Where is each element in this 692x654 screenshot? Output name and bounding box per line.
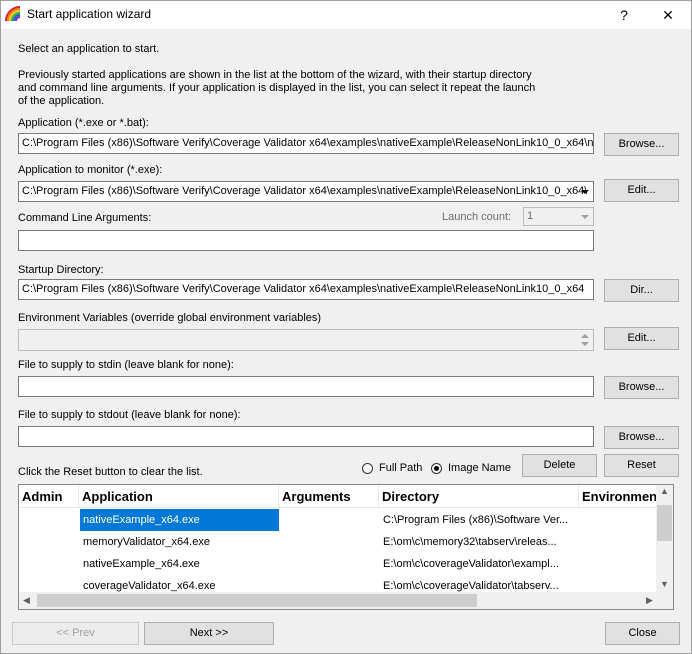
row-admin-cell — [19, 553, 79, 575]
reset-button[interactable]: Reset — [604, 454, 679, 477]
stdout-label: File to supply to stdout (leave blank fo… — [18, 409, 241, 421]
monitor-edit-button[interactable]: Edit... — [604, 179, 679, 202]
column-header-application[interactable]: Application — [79, 485, 279, 508]
row-directory-cell: E:\om\c\coverageValidator\exampl... — [383, 558, 559, 570]
scrollbar-corner — [656, 592, 673, 609]
stdin-input[interactable] — [18, 376, 594, 397]
environment-variables-box — [18, 329, 594, 351]
vertical-scroll-thumb[interactable] — [657, 505, 672, 541]
horizontal-scroll-thumb[interactable] — [37, 594, 477, 607]
column-header-arguments[interactable]: Arguments — [279, 485, 379, 508]
row-directory-cell: E:\om\c\memory32\tabserv\releas... — [383, 536, 557, 548]
arguments-input[interactable] — [18, 230, 594, 251]
row-arguments-cell — [279, 553, 379, 575]
image-name-radio[interactable] — [431, 463, 442, 474]
help-button[interactable]: ? — [601, 1, 647, 29]
row-admin-cell — [19, 531, 79, 553]
environment-edit-button[interactable]: Edit... — [604, 327, 679, 350]
full-path-radio[interactable] — [362, 463, 373, 474]
startup-dir-button[interactable]: Dir... — [604, 279, 679, 302]
scroll-right-icon[interactable]: ▶ — [646, 595, 653, 606]
window-title: Start application wizard — [27, 7, 152, 21]
start-application-wizard-window: Start application wizard ? ✕ Select an a… — [0, 0, 692, 654]
launch-count-arrow-icon — [577, 209, 592, 224]
application-browse-button[interactable]: Browse... — [604, 133, 679, 156]
launch-count-value: 1 — [527, 210, 534, 222]
application-history-list[interactable]: Admin Application Arguments Directory En… — [18, 484, 674, 610]
column-header-environment[interactable]: Environmen — [579, 485, 659, 508]
select-instruction: Select an application to start. — [18, 43, 160, 55]
startup-directory-input[interactable]: C:\Program Files (x86)\Software Verify\C… — [18, 279, 594, 300]
next-button[interactable]: Next >> — [144, 622, 274, 645]
monitor-label: Application to monitor (*.exe): — [18, 164, 163, 176]
app-rainbow-icon — [5, 6, 21, 22]
monitor-combo-value: C:\Program Files (x86)\Software Verify\C… — [22, 185, 588, 197]
delete-button[interactable]: Delete — [522, 454, 597, 477]
stdin-label: File to supply to stdin (leave blank for… — [18, 359, 234, 371]
row-application-cell: nativeExample_x64.exe — [80, 509, 279, 531]
table-row[interactable]: nativeExample_x64.exe E:\om\c\coverageVa… — [19, 553, 659, 575]
title-bar: Start application wizard ? ✕ — [1, 1, 691, 29]
monitor-combo[interactable]: C:\Program Files (x86)\Software Verify\C… — [18, 181, 594, 202]
row-application-cell: memoryValidator_x64.exe — [83, 536, 210, 548]
vertical-scrollbar[interactable]: ▲ ▼ — [656, 485, 673, 593]
column-header-admin[interactable]: Admin — [19, 485, 79, 508]
startup-directory-label: Startup Directory: — [18, 264, 104, 276]
launch-count-combo: 1 — [523, 207, 594, 226]
row-arguments-cell — [279, 531, 379, 553]
list-header: Admin Application Arguments Directory En… — [19, 485, 659, 508]
row-directory-cell: C:\Program Files (x86)\Software Ver... — [383, 514, 569, 526]
prev-button[interactable]: << Prev — [12, 622, 139, 645]
row-admin-cell — [19, 509, 79, 531]
scroll-left-icon[interactable]: ◀ — [23, 595, 30, 606]
reset-hint: Click the Reset button to clear the list… — [18, 466, 203, 478]
launch-count-label: Launch count: — [442, 211, 512, 223]
wizard-description: Previously started applications are show… — [18, 69, 536, 107]
application-label: Application (*.exe or *.bat): — [18, 117, 149, 129]
image-name-label: Image Name — [448, 462, 511, 474]
row-application-cell: nativeExample_x64.exe — [83, 558, 200, 570]
stdout-browse-button[interactable]: Browse... — [604, 426, 679, 449]
close-button[interactable]: Close — [605, 622, 680, 645]
column-header-directory[interactable]: Directory — [379, 485, 579, 508]
stdin-browse-button[interactable]: Browse... — [604, 376, 679, 399]
scroll-up-icon[interactable]: ▲ — [660, 486, 669, 496]
table-row[interactable]: nativeExample_x64.exe C:\Program Files (… — [19, 509, 659, 531]
environment-label: Environment Variables (override global e… — [18, 312, 322, 324]
horizontal-scrollbar[interactable]: ◀ ▶ — [19, 592, 659, 609]
full-path-label: Full Path — [379, 462, 423, 474]
close-window-button[interactable]: ✕ — [645, 1, 691, 29]
scroll-down-icon[interactable]: ▼ — [660, 579, 669, 589]
row-arguments-cell — [279, 509, 379, 531]
stdout-input[interactable] — [18, 426, 594, 447]
combo-dropdown-arrow-icon[interactable] — [577, 183, 592, 200]
table-row[interactable]: memoryValidator_x64.exe E:\om\c\memory32… — [19, 531, 659, 553]
application-path-input[interactable]: C:\Program Files (x86)\Software Verify\C… — [18, 133, 594, 154]
environment-spin-icon — [579, 331, 591, 349]
arguments-label: Command Line Arguments: — [18, 212, 152, 224]
